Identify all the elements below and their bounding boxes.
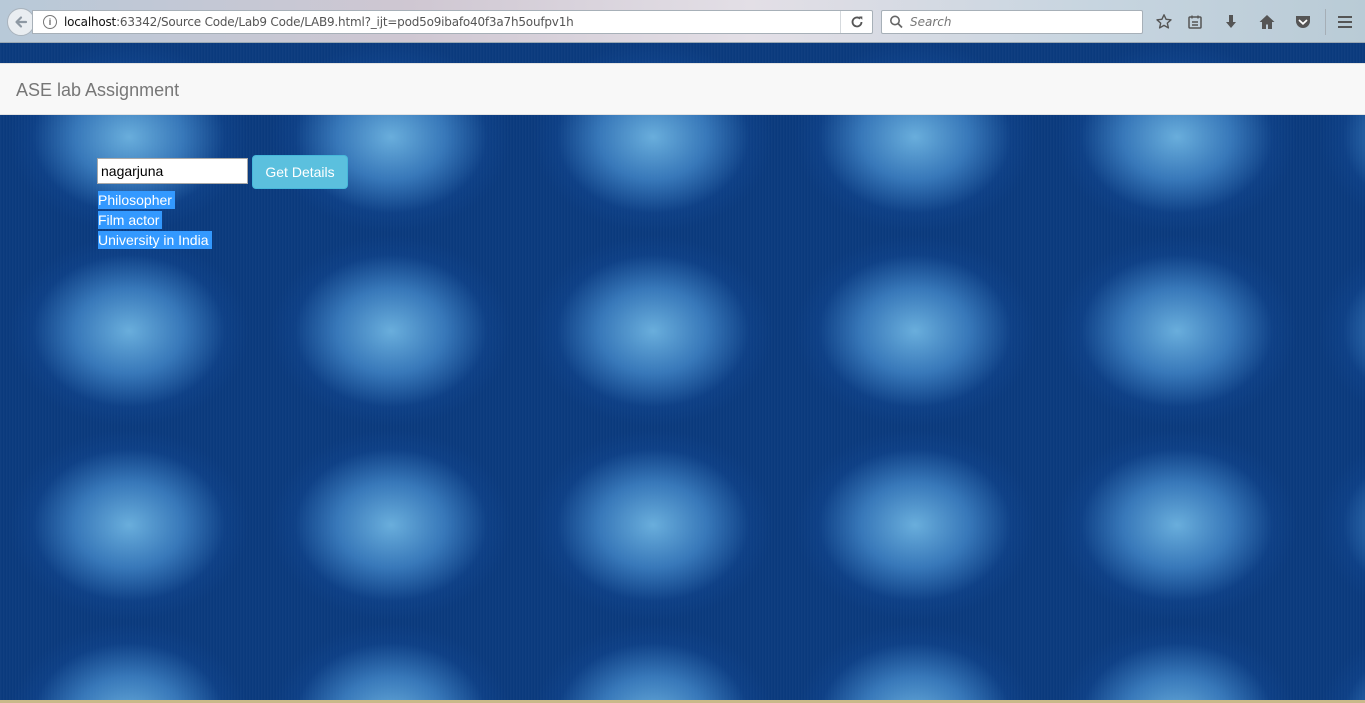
page-background: ASE lab Assignment Get Details Philosoph…	[0, 43, 1365, 700]
url-text[interactable]: localhost:63342/Source Code/Lab9 Code/LA…	[64, 15, 574, 29]
reading-list-icon	[1188, 15, 1202, 29]
result-label: Philosopher	[98, 191, 175, 209]
name-input[interactable]	[97, 158, 248, 184]
reading-list-button[interactable]	[1184, 11, 1206, 33]
list-item: University in India	[98, 231, 212, 251]
pocket-icon	[1296, 16, 1310, 28]
back-arrow-icon	[15, 16, 28, 28]
url-bar[interactable]: i localhost:63342/Source Code/Lab9 Code/…	[32, 10, 873, 34]
search-bar[interactable]: Search	[881, 10, 1143, 34]
results-list: Philosopher Film actor University in Ind…	[98, 191, 212, 251]
pocket-button[interactable]	[1292, 11, 1314, 33]
download-icon	[1226, 15, 1236, 28]
menu-icon	[1338, 16, 1352, 28]
browser-toolbar: i localhost:63342/Source Code/Lab9 Code/…	[0, 0, 1365, 43]
info-icon[interactable]: i	[43, 15, 57, 29]
downloads-button[interactable]	[1220, 11, 1242, 33]
toolbar-divider	[1325, 9, 1326, 35]
navbar: ASE lab Assignment	[0, 63, 1365, 115]
home-icon	[1259, 15, 1275, 29]
get-details-button[interactable]: Get Details	[252, 155, 348, 189]
result-label: University in India	[98, 231, 212, 249]
list-item: Philosopher	[98, 191, 212, 211]
menu-button[interactable]	[1334, 11, 1356, 33]
navbar-brand[interactable]: ASE lab Assignment	[16, 80, 179, 101]
url-path: :63342/Source Code/Lab9 Code/LAB9.html?_…	[116, 15, 574, 29]
bookmark-star-icon	[1156, 14, 1172, 29]
bookmark-button[interactable]	[1153, 11, 1175, 33]
home-button[interactable]	[1256, 11, 1278, 33]
back-button[interactable]	[7, 8, 35, 36]
reload-button[interactable]	[840, 11, 872, 33]
search-placeholder: Search	[910, 15, 952, 29]
result-label: Film actor	[98, 211, 163, 229]
list-item: Film actor	[98, 211, 212, 231]
search-icon	[890, 15, 903, 29]
reload-icon	[851, 16, 862, 28]
url-host: localhost	[64, 15, 117, 29]
